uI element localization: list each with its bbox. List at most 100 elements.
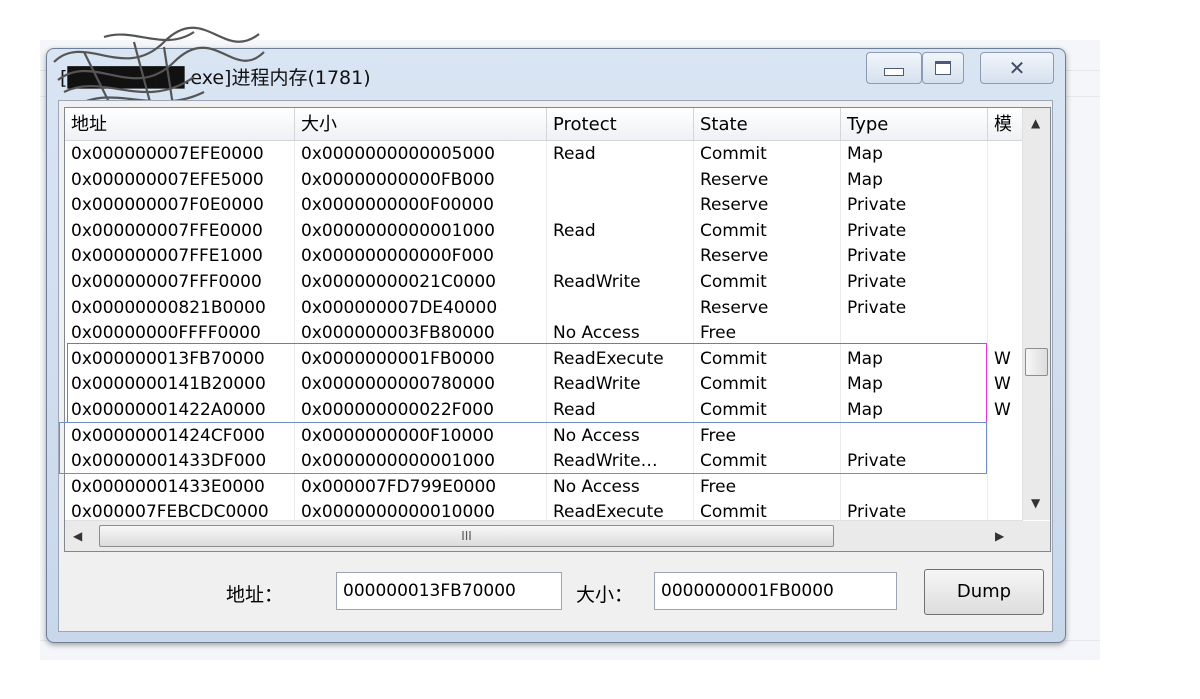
cell-state: Reserve bbox=[694, 243, 841, 269]
table-row[interactable]: 0x000000007F0E0000 0x0000000000F00000 Rese… bbox=[65, 192, 1023, 218]
cell-protect bbox=[547, 243, 694, 269]
scroll-down-icon[interactable]: ▼ bbox=[1031, 496, 1040, 510]
cell-type: Private bbox=[841, 448, 988, 474]
cell-size: 0x000000000000F000 bbox=[295, 243, 547, 269]
cell-state: Free bbox=[694, 320, 841, 346]
cell-type: Map bbox=[841, 141, 988, 167]
vertical-scrollbar[interactable]: ▲ ▼ bbox=[1022, 108, 1050, 520]
table-row[interactable]: 0x000000007FFE1000 0x000000000000F000 Rese… bbox=[65, 243, 1023, 269]
caption-buttons: ✕ bbox=[866, 52, 1054, 86]
cell-type: Private bbox=[841, 217, 988, 244]
cell-size: 0x0000000000F00000 bbox=[295, 192, 547, 218]
table-row[interactable]: 0x00000000821B0000 0x000000007DE40000 Rese… bbox=[65, 294, 1023, 321]
list-header: 地址 大小 Protect State Type 模 bbox=[65, 108, 1023, 141]
cell-address: 0x000000007FFE1000 bbox=[65, 243, 295, 269]
table-row[interactable]: 0x000000007EFE0000 0x0000000000005000 Read… bbox=[65, 141, 1023, 167]
table-row[interactable]: 0x0000000141B20000 0x0000000000780000 Read… bbox=[65, 371, 1023, 397]
dump-button[interactable]: Dump bbox=[924, 569, 1044, 615]
minimize-button[interactable] bbox=[866, 52, 922, 84]
cell-size: 0x0000000000001000 bbox=[295, 217, 547, 244]
table-row[interactable]: 0x00000000FFFF0000 0x000000003FB80000 No A… bbox=[65, 320, 1023, 346]
minimize-icon bbox=[884, 68, 904, 76]
cell-address: 0x000000007EFE0000 bbox=[65, 141, 295, 167]
cell-protect bbox=[547, 166, 694, 193]
cell-module bbox=[988, 294, 1023, 321]
address-field[interactable]: 000000013FB70000 bbox=[336, 572, 562, 610]
table-row[interactable]: 0x00000001422A0000 0x000000000022F000 Read… bbox=[65, 397, 1023, 423]
scroll-corner bbox=[1023, 521, 1050, 551]
cell-type: Private bbox=[841, 243, 988, 269]
table-row[interactable]: 0x00000001433E0000 0x000007FD799E0000 No A… bbox=[65, 473, 1023, 500]
size-field[interactable]: 0000000001FB0000 bbox=[654, 572, 897, 610]
cell-protect: ReadWrite bbox=[547, 269, 694, 295]
cell-module bbox=[988, 422, 1023, 449]
memory-list[interactable]: 地址 大小 Protect State Type 模 0x000000007EF… bbox=[64, 107, 1051, 552]
cell-module bbox=[988, 269, 1023, 295]
cell-module bbox=[988, 473, 1023, 500]
cell-protect: No Access bbox=[547, 473, 694, 500]
column-header-size[interactable]: 大小 bbox=[295, 108, 547, 140]
scroll-right-icon[interactable]: ▶ bbox=[995, 529, 1004, 543]
column-header-module[interactable]: 模 bbox=[988, 108, 1023, 140]
cell-state: Commit bbox=[694, 371, 841, 397]
cell-size: 0x0000000000001000 bbox=[295, 448, 547, 474]
table-row[interactable]: 0x00000001424CF000 0x0000000000F10000 No A… bbox=[65, 422, 1023, 449]
cell-size: 0x0000000001FB0000 bbox=[295, 345, 547, 372]
cell-protect: ReadWrite… bbox=[547, 448, 694, 474]
cell-address: 0x00000000FFFF0000 bbox=[65, 320, 295, 346]
scroll-left-icon[interactable]: ◀ bbox=[73, 529, 82, 543]
cell-size: 0x000000003FB80000 bbox=[295, 320, 547, 346]
horizontal-scroll-thumb[interactable]: III bbox=[99, 525, 834, 547]
cell-state: Commit bbox=[694, 397, 841, 423]
horizontal-scrollbar[interactable]: ◀ III ▶ bbox=[65, 520, 1023, 551]
cell-address: 0x00000001424CF000 bbox=[65, 422, 295, 449]
cell-protect: No Access bbox=[547, 422, 694, 449]
cell-type: Map bbox=[841, 397, 988, 423]
cell-state: Reserve bbox=[694, 166, 841, 193]
table-row[interactable]: 0x000000007FFE0000 0x0000000000001000 Read… bbox=[65, 217, 1023, 244]
scroll-up-icon[interactable]: ▲ bbox=[1031, 116, 1040, 130]
close-icon: ✕ bbox=[1008, 56, 1026, 80]
cell-address: 0x000000007F0E0000 bbox=[65, 192, 295, 218]
table-row[interactable]: 0x000000007FFF0000 0x00000000021C0000 Read… bbox=[65, 269, 1023, 295]
address-label: 地址： bbox=[226, 584, 284, 606]
cell-state: Commit bbox=[694, 141, 841, 167]
cell-type: Map bbox=[841, 371, 988, 397]
cell-module bbox=[988, 141, 1023, 167]
cell-protect: ReadExecute bbox=[547, 345, 694, 372]
column-header-protect[interactable]: Protect bbox=[547, 108, 694, 140]
cell-type bbox=[841, 320, 988, 346]
cell-protect: Read bbox=[547, 217, 694, 244]
table-row[interactable]: 0x000000007EFE5000 0x00000000000FB000 Rese… bbox=[65, 166, 1023, 193]
cell-size: 0x000000007DE40000 bbox=[295, 294, 547, 321]
column-header-address[interactable]: 地址 bbox=[65, 108, 295, 140]
table-row[interactable]: 0x000000013FB70000 0x0000000001FB0000 Read… bbox=[65, 345, 1023, 372]
column-header-state[interactable]: State bbox=[694, 108, 841, 140]
cell-module: W bbox=[988, 371, 1023, 397]
vertical-scroll-thumb[interactable] bbox=[1025, 348, 1048, 376]
cell-state: Reserve bbox=[694, 192, 841, 218]
close-button[interactable]: ✕ bbox=[980, 52, 1054, 84]
cell-size: 0x0000000000005000 bbox=[295, 141, 547, 167]
cell-address: 0x0000000141B20000 bbox=[65, 371, 295, 397]
cell-size: 0x00000000000FB000 bbox=[295, 166, 547, 193]
column-header-type[interactable]: Type bbox=[841, 108, 988, 140]
cell-protect: No Access bbox=[547, 320, 694, 346]
cell-size: 0x0000000000F10000 bbox=[295, 422, 547, 449]
cell-type: Map bbox=[841, 345, 988, 372]
cell-module bbox=[988, 448, 1023, 474]
cell-address: 0x000000007FFE0000 bbox=[65, 217, 295, 244]
cell-size: 0x00000000021C0000 bbox=[295, 269, 547, 295]
scroll-grip: III bbox=[461, 529, 472, 543]
cell-size: 0x0000000000780000 bbox=[295, 371, 547, 397]
cell-address: 0x00000001422A0000 bbox=[65, 397, 295, 423]
cell-module bbox=[988, 166, 1023, 193]
cell-size: 0x000000000022F000 bbox=[295, 397, 547, 423]
cell-state: Commit bbox=[694, 217, 841, 244]
cell-protect bbox=[547, 294, 694, 321]
table-row[interactable]: 0x00000001433DF000 0x0000000000001000 Read… bbox=[65, 448, 1023, 474]
cell-type: Map bbox=[841, 166, 988, 193]
maximize-button[interactable] bbox=[922, 52, 964, 84]
cell-address: 0x00000000821B0000 bbox=[65, 294, 295, 321]
cell-protect bbox=[547, 192, 694, 218]
